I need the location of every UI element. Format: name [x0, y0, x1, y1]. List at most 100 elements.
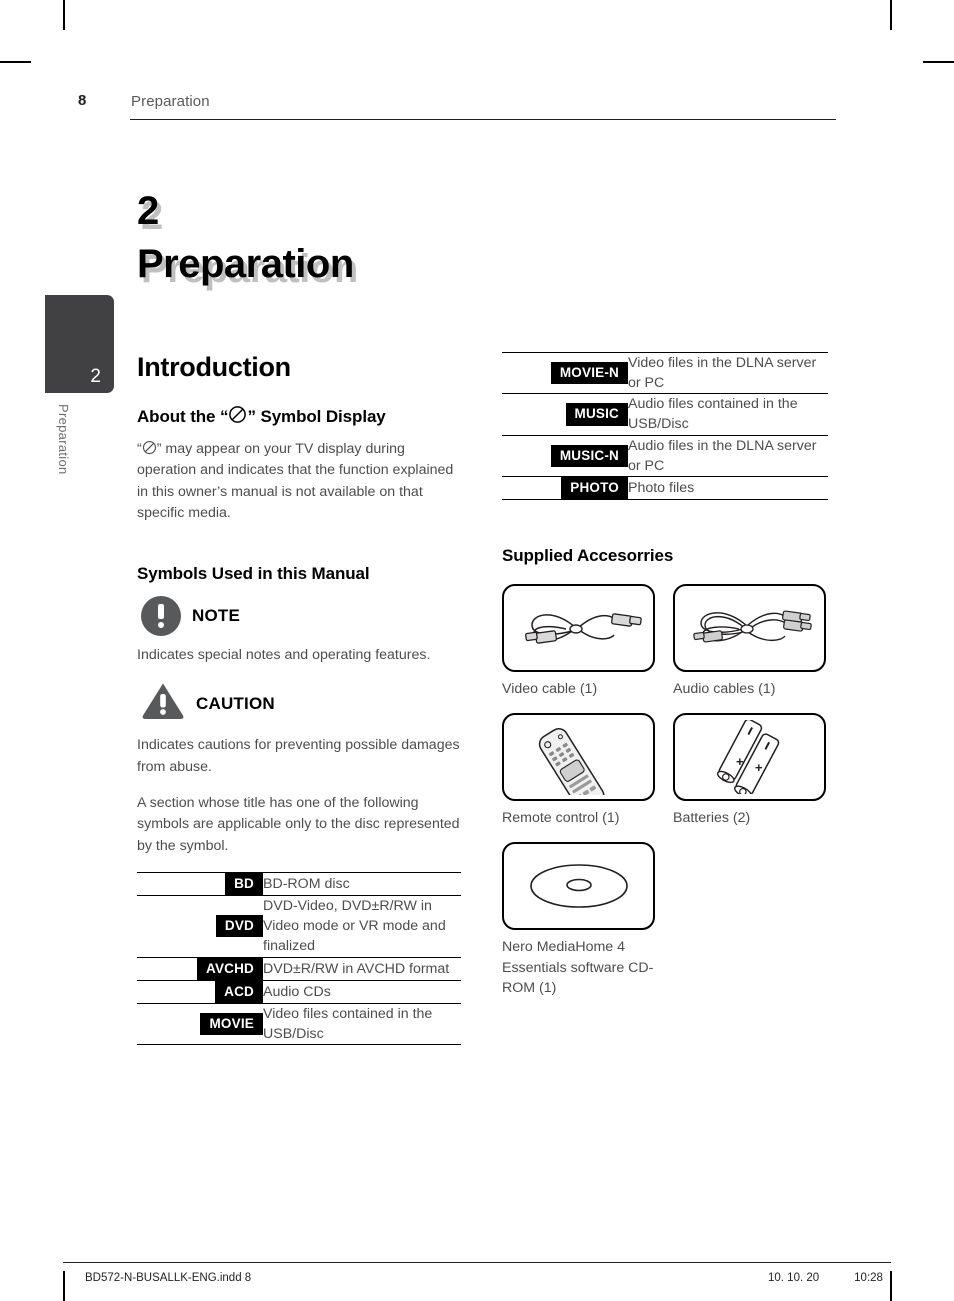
crop-mark-bottom-left-vertical [63, 1271, 65, 1301]
note-icon [141, 596, 181, 637]
media-badge: MUSIC-N [550, 444, 628, 467]
badge-cell: MOVIE-N [502, 351, 628, 394]
chapter-number: 2 [137, 189, 159, 233]
video-cable-icon [524, 613, 642, 644]
page-number: 8 [78, 92, 87, 109]
note-callout: NOTE [141, 596, 461, 637]
footer-date: 10. 10. 20 [768, 1272, 820, 1284]
accessory-caption: Video cable (1) [502, 681, 598, 698]
media-badge: AVCHD [197, 957, 263, 980]
symbol-table-right: MOVIE-N Video files in the DLNA server o… [502, 351, 828, 501]
accessories-grid: Video cable (1) Audio cables (1) Remote … [502, 584, 828, 998]
table-row: DVD DVD-Video, DVD±R/RW in Video mode or… [137, 895, 461, 958]
note-label: NOTE [192, 606, 241, 626]
caution-icon [141, 681, 185, 726]
accessory-caption: Nero MediaHome 4 Essentials software CD-… [502, 939, 654, 996]
accessory-image-box [502, 713, 655, 802]
badge-cell: MUSIC [502, 393, 628, 436]
table-row: MOVIE-N Video files in the DLNA server o… [502, 351, 828, 394]
badge-description: DVD-Video, DVD±R/RW in Video mode or VR … [263, 895, 461, 958]
crop-mark-top-right-vertical [890, 0, 892, 30]
accessory-image-box [502, 584, 655, 673]
badge-description: DVD±R/RW in AVCHD format [263, 956, 461, 981]
media-badge: MUSIC [565, 403, 628, 426]
caution-callout: CAUTION [141, 681, 461, 726]
crop-mark-top-left-horizontal [0, 61, 31, 63]
table-row: ACD Audio CDs [137, 979, 461, 1004]
cd-rom-disc-icon [529, 864, 628, 909]
accessory-item: Video cable (1) [502, 584, 657, 699]
badge-cell: BD [137, 871, 263, 896]
prohibition-symbol-icon [228, 405, 247, 424]
about-symbol-heading-prefix: About the “ [137, 407, 229, 426]
badge-description: Audio files in the DLNA server or PC [628, 434, 828, 477]
chapter-name: Preparation [137, 242, 354, 286]
table-row: MOVIE Video files contained in the USB/D… [137, 1002, 461, 1046]
footer-time: 10:28 [854, 1272, 883, 1284]
accessory-image-box: + + [673, 713, 826, 802]
prohibition-symbol-icon-inline [142, 440, 157, 455]
footer-filename: BD572-N-BUSALLK-ENG.indd 8 [85, 1272, 252, 1284]
about-symbol-body: “” may appear on your TV display during … [137, 439, 461, 524]
table-row: PHOTO Photo files [502, 475, 828, 501]
side-tab-label: Preparation [56, 404, 71, 475]
media-badge: DVD [215, 915, 263, 938]
about-symbol-body-suffix: ” may appear on your TV display during o… [137, 441, 454, 521]
badge-cell: PHOTO [502, 475, 628, 501]
left-column: Introduction About the “ ” Symbol Display… [137, 352, 461, 1046]
header-divider [130, 119, 836, 120]
crop-mark-bottom-right-vertical [890, 1271, 892, 1301]
badge-description: Audio CDs [263, 979, 461, 1004]
media-badge: MOVIE [200, 1012, 263, 1035]
header-section-name: Preparation [131, 93, 210, 110]
media-badge: ACD [215, 980, 263, 1003]
caution-text: Indicates cautions for preventing possib… [137, 737, 460, 775]
symbols-intro-text: A section whose title has one of the fol… [137, 795, 460, 854]
media-badge: MOVIE-N [550, 362, 628, 385]
badge-cell: DVD [137, 895, 263, 958]
accessory-item: Nero MediaHome 4 Essentials software CD-… [502, 842, 657, 997]
table-row: MUSIC-N Audio files in the DLNA server o… [502, 434, 828, 477]
about-symbol-heading: About the “ ” Symbol Display [137, 405, 461, 427]
accessory-caption: Batteries (2) [673, 810, 751, 827]
badge-description: Audio files contained in the USB/Disc [628, 393, 828, 436]
footer-divider [63, 1262, 891, 1263]
table-row: BD BD-ROM disc [137, 871, 461, 896]
section-title: Introduction [137, 352, 291, 382]
badge-cell: MOVIE [137, 1002, 263, 1046]
badge-description: Video files in the DLNA server or PC [628, 351, 828, 394]
accessories-heading: Supplied Accesorries [502, 546, 674, 566]
accessory-image-box [673, 584, 826, 673]
crop-mark-top-left-vertical [63, 0, 65, 30]
accessory-caption: Audio cables (1) [673, 681, 776, 698]
badge-description: BD-ROM disc [263, 871, 461, 896]
chapter-title-block: 2 Preparation [137, 191, 354, 284]
remote-control-icon [538, 728, 605, 796]
media-badge: PHOTO [561, 476, 628, 500]
badge-cell: MUSIC-N [502, 434, 628, 477]
badge-description: Video files contained in the USB/Disc [263, 1002, 461, 1046]
svg-text:+: + [736, 754, 744, 769]
badge-cell: ACD [137, 979, 263, 1004]
batteries-icon: + + [716, 720, 779, 795]
crop-mark-top-right-horizontal [923, 61, 954, 63]
note-text: Indicates special notes and operating fe… [137, 647, 431, 664]
svg-text:+: + [755, 760, 763, 775]
table-row: AVCHD DVD±R/RW in AVCHD format [137, 956, 461, 981]
caution-label: CAUTION [196, 693, 275, 713]
footer-timestamp: 10. 10. 20 10:28 [768, 1272, 883, 1284]
symbol-table-right-body: MOVIE-N Video files in the DLNA server o… [502, 351, 828, 501]
badge-cell: AVCHD [137, 956, 263, 981]
badge-description: Photo files [628, 475, 828, 501]
table-row: MUSIC Audio files contained in the USB/D… [502, 393, 828, 436]
chapter-side-tab: 2 [45, 295, 114, 393]
accessory-item: + + Batteries (2) [673, 713, 828, 828]
symbol-table-left-body: BD BD-ROM disc DVD DVD-Video, DVD±R/RW i… [137, 871, 461, 1046]
about-symbol-heading-suffix: ” Symbol Display [247, 407, 386, 426]
right-column: MOVIE-N Video files in the DLNA server o… [502, 351, 828, 998]
symbol-table-left: BD BD-ROM disc DVD DVD-Video, DVD±R/RW i… [137, 871, 461, 1046]
audio-cables-icon [692, 610, 812, 643]
symbols-used-heading: Symbols Used in this Manual [137, 564, 370, 584]
accessory-caption: Remote control (1) [502, 810, 620, 827]
accessory-item: Audio cables (1) [673, 584, 828, 699]
